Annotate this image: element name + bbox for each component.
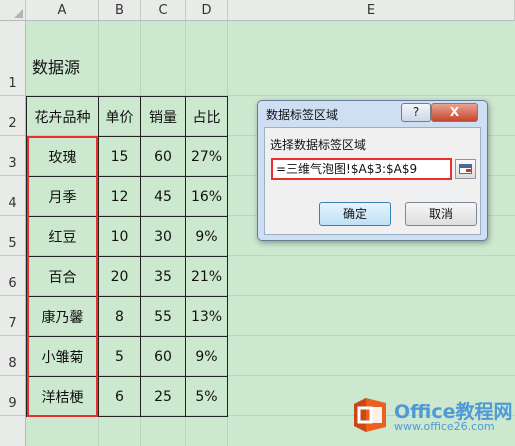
row-header-5[interactable]: 5	[0, 216, 26, 256]
row-header-2[interactable]: 2	[0, 96, 26, 136]
column-header-b[interactable]: B	[99, 0, 141, 21]
range-select-icon	[459, 164, 472, 174]
help-button[interactable]: ?	[401, 103, 431, 122]
cell-b6[interactable]: 20	[99, 257, 140, 296]
cell-b5[interactable]: 10	[99, 217, 140, 256]
column-header-d[interactable]: D	[186, 0, 228, 21]
cell-d5[interactable]: 9%	[186, 217, 227, 256]
cell-d7[interactable]: 13%	[186, 297, 227, 336]
cell-c7[interactable]: 55	[141, 297, 185, 336]
selected-range-highlight	[27, 136, 98, 417]
dialog-title: 数据标签区域	[266, 108, 339, 122]
row-header-9[interactable]: 9	[0, 376, 26, 416]
cell-c5[interactable]: 30	[141, 217, 185, 256]
cell-b9[interactable]: 6	[99, 377, 140, 416]
close-button[interactable]: X	[431, 103, 478, 122]
range-input[interactable]: =三维气泡图!$A$3:$A$9	[271, 158, 452, 180]
table-header-share[interactable]: 占比	[186, 97, 227, 136]
cell-b3[interactable]: 15	[99, 137, 140, 176]
cell-c3[interactable]: 60	[141, 137, 185, 176]
range-label: 选择数据标签区域	[270, 138, 367, 152]
column-header-e[interactable]: E	[228, 0, 515, 21]
select-all-corner[interactable]	[0, 0, 26, 21]
ok-button[interactable]: 确定	[319, 202, 391, 226]
cell-d8[interactable]: 9%	[186, 337, 227, 376]
cell-d9[interactable]: 5%	[186, 377, 227, 416]
cell-d6[interactable]: 21%	[186, 257, 227, 296]
dialog-body: 选择数据标签区域 =三维气泡图!$A$3:$A$9 确定 取消	[264, 127, 481, 235]
column-header-a[interactable]: A	[26, 0, 99, 21]
row-header-7[interactable]: 7	[0, 296, 26, 336]
table-border	[227, 96, 228, 417]
data-label-range-dialog: 数据标签区域 ? X 选择数据标签区域 =三维气泡图!$A$3:$A$9 确定 …	[257, 100, 488, 241]
cell-d3[interactable]: 27%	[186, 137, 227, 176]
collapse-dialog-button[interactable]	[455, 159, 476, 179]
row-header-3[interactable]: 3	[0, 136, 26, 176]
cancel-button[interactable]: 取消	[405, 202, 477, 226]
cell-d4[interactable]: 16%	[186, 177, 227, 216]
sheet-title[interactable]: 数据源	[32, 54, 80, 78]
table-header-price[interactable]: 单价	[99, 97, 140, 136]
table-header-variety[interactable]: 花卉品种	[27, 97, 98, 136]
cell-c8[interactable]: 60	[141, 337, 185, 376]
cell-c6[interactable]: 35	[141, 257, 185, 296]
row-header-8[interactable]: 8	[0, 336, 26, 376]
column-header-c[interactable]: C	[141, 0, 186, 21]
cell-b4[interactable]: 12	[99, 177, 140, 216]
row-header-1[interactable]: 1	[0, 21, 26, 96]
cell-b7[interactable]: 8	[99, 297, 140, 336]
table-header-sales[interactable]: 销量	[141, 97, 185, 136]
office-logo-icon	[354, 398, 386, 432]
row-header-4[interactable]: 4	[0, 176, 26, 216]
cell-b8[interactable]: 5	[99, 337, 140, 376]
row-header-10[interactable]	[0, 416, 26, 446]
watermark-url: www.office26.com	[394, 420, 495, 433]
row-header-6[interactable]: 6	[0, 256, 26, 296]
cell-c9[interactable]: 25	[141, 377, 185, 416]
cell-c4[interactable]: 45	[141, 177, 185, 216]
